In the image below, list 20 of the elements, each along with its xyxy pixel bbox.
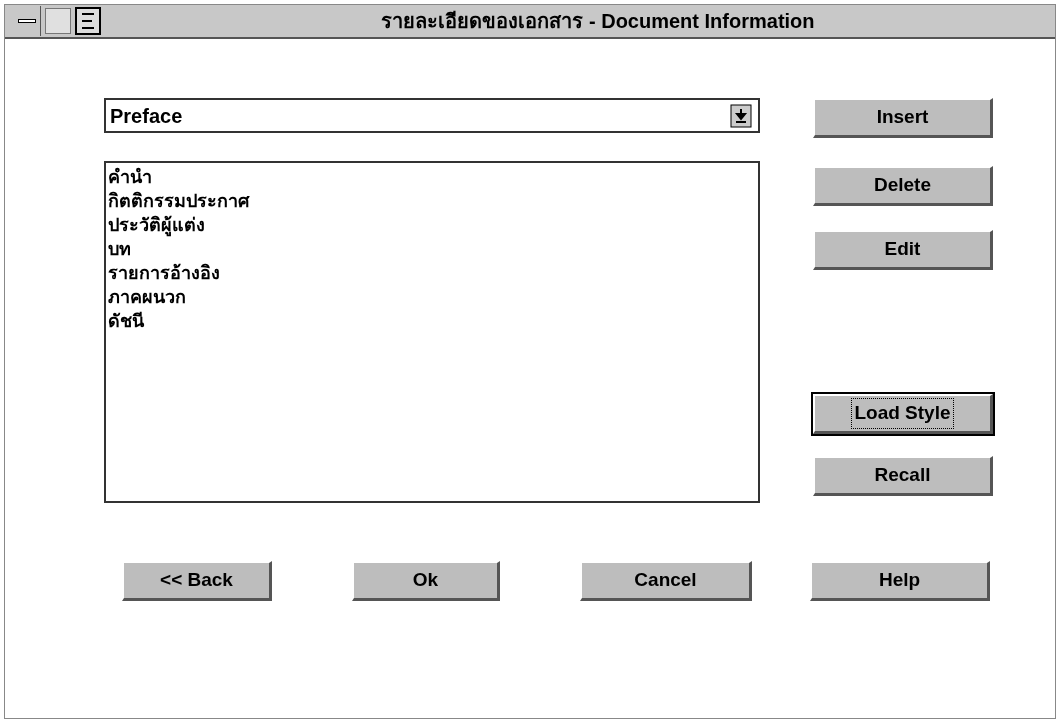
list-item[interactable]: คำนำ <box>108 165 152 189</box>
list-item[interactable]: รายการอ้างอิง <box>108 261 220 285</box>
list-item[interactable]: กิตติกรรมประกาศ <box>108 189 249 213</box>
dialog-button[interactable]: Edit <box>813 230 993 270</box>
dialog-button[interactable]: Delete <box>813 166 993 206</box>
list-item[interactable]: ดัชนี <box>108 309 144 333</box>
list-item[interactable]: ประวัติผู้แต่ง <box>108 213 205 237</box>
dropdown-value: Preface <box>109 103 184 129</box>
dialog-button[interactable]: Help <box>810 561 990 601</box>
dialog-button[interactable]: << Back <box>122 561 272 601</box>
dialog-button[interactable]: Ok <box>352 561 500 601</box>
list-item[interactable]: ภาคผนวก <box>108 285 186 309</box>
dialog-button[interactable]: Recall <box>813 456 993 496</box>
dialog-button[interactable]: Insert <box>813 98 993 138</box>
section-dropdown[interactable]: Preface <box>104 98 760 133</box>
window-title: รายละเอียดของเอกสาร - Document Information <box>381 9 815 34</box>
list-item[interactable]: บท <box>108 237 131 261</box>
list-icon[interactable] <box>75 7 101 35</box>
focused-button[interactable]: Load Style <box>813 394 993 434</box>
dialog-button[interactable]: Cancel <box>580 561 752 601</box>
